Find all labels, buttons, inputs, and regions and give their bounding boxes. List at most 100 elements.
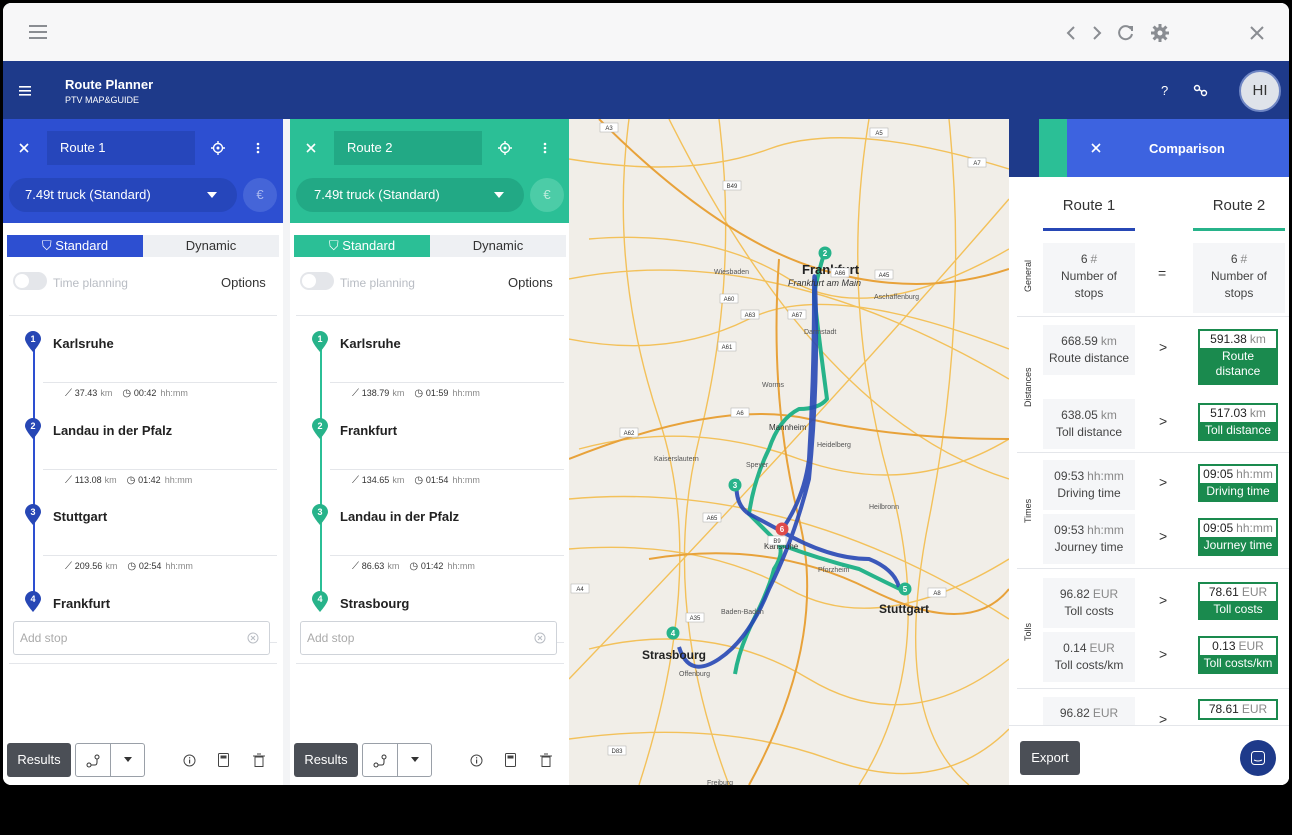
close-comparison-icon[interactable]: [1091, 143, 1101, 153]
segment-info: ⟋ 138.79 km ◷ 01:59 hh:mm: [352, 388, 480, 399]
tab-dynamic[interactable]: Dynamic: [430, 235, 566, 257]
comparison-operator: >: [1159, 413, 1168, 429]
divider: [296, 315, 564, 316]
metric-label: Toll costs/km: [1054, 658, 1124, 672]
divider: [330, 555, 564, 556]
metric-value-line: 78.61 EUR: [1200, 701, 1276, 718]
road-shield: A63: [740, 309, 760, 320]
road-shield: D83: [607, 745, 627, 756]
divider: [9, 663, 277, 664]
metric-unit: EUR: [1238, 639, 1264, 653]
segment-time: 01:54: [425, 474, 449, 485]
info-icon[interactable]: [470, 754, 483, 767]
more-vertical-icon[interactable]: [255, 141, 261, 155]
group-label: General: [1023, 260, 1033, 293]
comparison-panel: Comparison Route 1 Route 2 General 6 # Numb…: [1009, 119, 1289, 785]
stop-name[interactable]: Karlsruhe: [53, 336, 114, 351]
stop-name[interactable]: Stuttgart: [53, 509, 107, 524]
map-stop-marker[interactable]: 5: [898, 582, 912, 596]
route-options-button[interactable]: [75, 743, 145, 777]
reload-icon[interactable]: [1117, 24, 1135, 42]
map-city-label: Speyer: [746, 462, 769, 469]
road-label: A63: [745, 313, 756, 319]
stop-name[interactable]: Strasbourg: [340, 596, 409, 611]
clear-icon[interactable]: [247, 632, 259, 644]
help-icon[interactable]: ?: [1161, 83, 1168, 98]
close-window-icon[interactable]: [1249, 25, 1265, 41]
more-vertical-icon[interactable]: [542, 141, 548, 155]
tab-dynamic[interactable]: Dynamic: [143, 235, 279, 257]
map-city-label: Frankfurt am Main: [788, 278, 861, 288]
metric-label: Toll costs: [1213, 602, 1263, 616]
stop-name[interactable]: Landau in der Pfalz: [340, 509, 459, 524]
calculator-icon[interactable]: [505, 753, 516, 767]
info-icon[interactable]: [183, 754, 196, 767]
stop-name[interactable]: Frankfurt: [340, 423, 397, 438]
route-options-button[interactable]: [362, 743, 432, 777]
clock-icon: ◷: [127, 561, 139, 572]
options-link[interactable]: Options: [221, 275, 266, 290]
divider: [43, 555, 277, 556]
route-2-name-field[interactable]: Route 2: [334, 131, 482, 165]
route-2-header: Route 2 7.49t truck (Standard) €: [290, 119, 569, 223]
menu-icon[interactable]: [29, 24, 47, 40]
metric-unit: km: [1100, 408, 1117, 422]
trash-icon[interactable]: [253, 753, 265, 767]
close-route-2-icon[interactable]: [306, 143, 316, 153]
metric-value-line: 638.05 km: [1043, 407, 1135, 424]
time-planning-toggle[interactable]: [13, 272, 47, 290]
metric-unit: km: [1249, 406, 1266, 420]
results-button[interactable]: Results: [7, 743, 71, 777]
back-icon[interactable]: [1065, 25, 1077, 41]
calculator-icon[interactable]: [218, 753, 229, 767]
vehicle-profile-select[interactable]: 7.49t truck (Standard): [9, 178, 237, 212]
tab-standard[interactable]: ⛉ Standard: [7, 235, 143, 257]
metric-value-line: 591.38 km: [1200, 331, 1276, 348]
map-view[interactable]: 2 3 4 5 6 Frankfurt Frankfurt am Main Karlsruh…: [569, 119, 1009, 785]
locate-icon[interactable]: [211, 141, 225, 155]
route-2-metric-better: 78.61 EUR: [1198, 699, 1278, 720]
results-button[interactable]: Results: [294, 743, 358, 777]
route-2-metric-better: 09:05 hh:mm Journey time: [1198, 518, 1278, 556]
metric-label: Number of stops: [1210, 269, 1268, 300]
stop-number: 4: [317, 593, 323, 604]
trash-icon[interactable]: [540, 753, 552, 767]
route-1-name-field[interactable]: Route 1: [47, 131, 195, 165]
close-route-1-icon[interactable]: [19, 143, 29, 153]
settings-gear-icon[interactable]: [1150, 23, 1170, 43]
stop-name[interactable]: Landau in der Pfalz: [53, 423, 172, 438]
forward-icon[interactable]: [1091, 25, 1103, 41]
tab-standard[interactable]: ⛉ Standard: [294, 235, 430, 257]
time-planning-toggle[interactable]: [300, 272, 334, 290]
map-stop-marker[interactable]: 4: [666, 626, 680, 640]
distance-icon: ⟋: [352, 474, 362, 486]
time-unit: hh:mm: [165, 561, 193, 571]
map-stop-marker[interactable]: 6: [775, 522, 789, 536]
road-label: A7: [973, 161, 981, 167]
add-stop-input[interactable]: Add stop: [300, 621, 557, 655]
currency-button[interactable]: €: [530, 178, 564, 212]
group-label: Distances: [1023, 367, 1033, 408]
divider: [43, 468, 277, 470]
locate-icon[interactable]: [498, 141, 512, 155]
map-stop-marker[interactable]: 2: [818, 246, 832, 260]
road-shield: A7: [967, 157, 987, 168]
stop-name[interactable]: Frankfurt: [53, 596, 110, 611]
window-chrome: [3, 3, 1289, 61]
stop-name[interactable]: Karlsruhe: [340, 336, 401, 351]
map-canvas[interactable]: 2 3 4 5 6 FrankfurtFrankfurt am MainKarlsruh…: [569, 119, 1009, 785]
clear-icon[interactable]: [534, 632, 546, 644]
avatar[interactable]: HI: [1239, 70, 1281, 112]
chat-button[interactable]: [1240, 740, 1276, 776]
road-label: A61: [722, 345, 733, 351]
map-stop-marker[interactable]: 3: [728, 478, 742, 492]
options-link[interactable]: Options: [508, 275, 553, 290]
route-settings-icon[interactable]: [1193, 84, 1209, 98]
add-stop-input[interactable]: Add stop: [13, 621, 270, 655]
export-button[interactable]: Export: [1020, 741, 1080, 775]
vehicle-profile-select[interactable]: 7.49t truck (Standard): [296, 178, 524, 212]
distance-unit: km: [392, 388, 405, 398]
hamburger-icon[interactable]: [19, 86, 31, 96]
currency-button[interactable]: €: [243, 178, 277, 212]
metric-value: 96.82: [1059, 706, 1090, 720]
